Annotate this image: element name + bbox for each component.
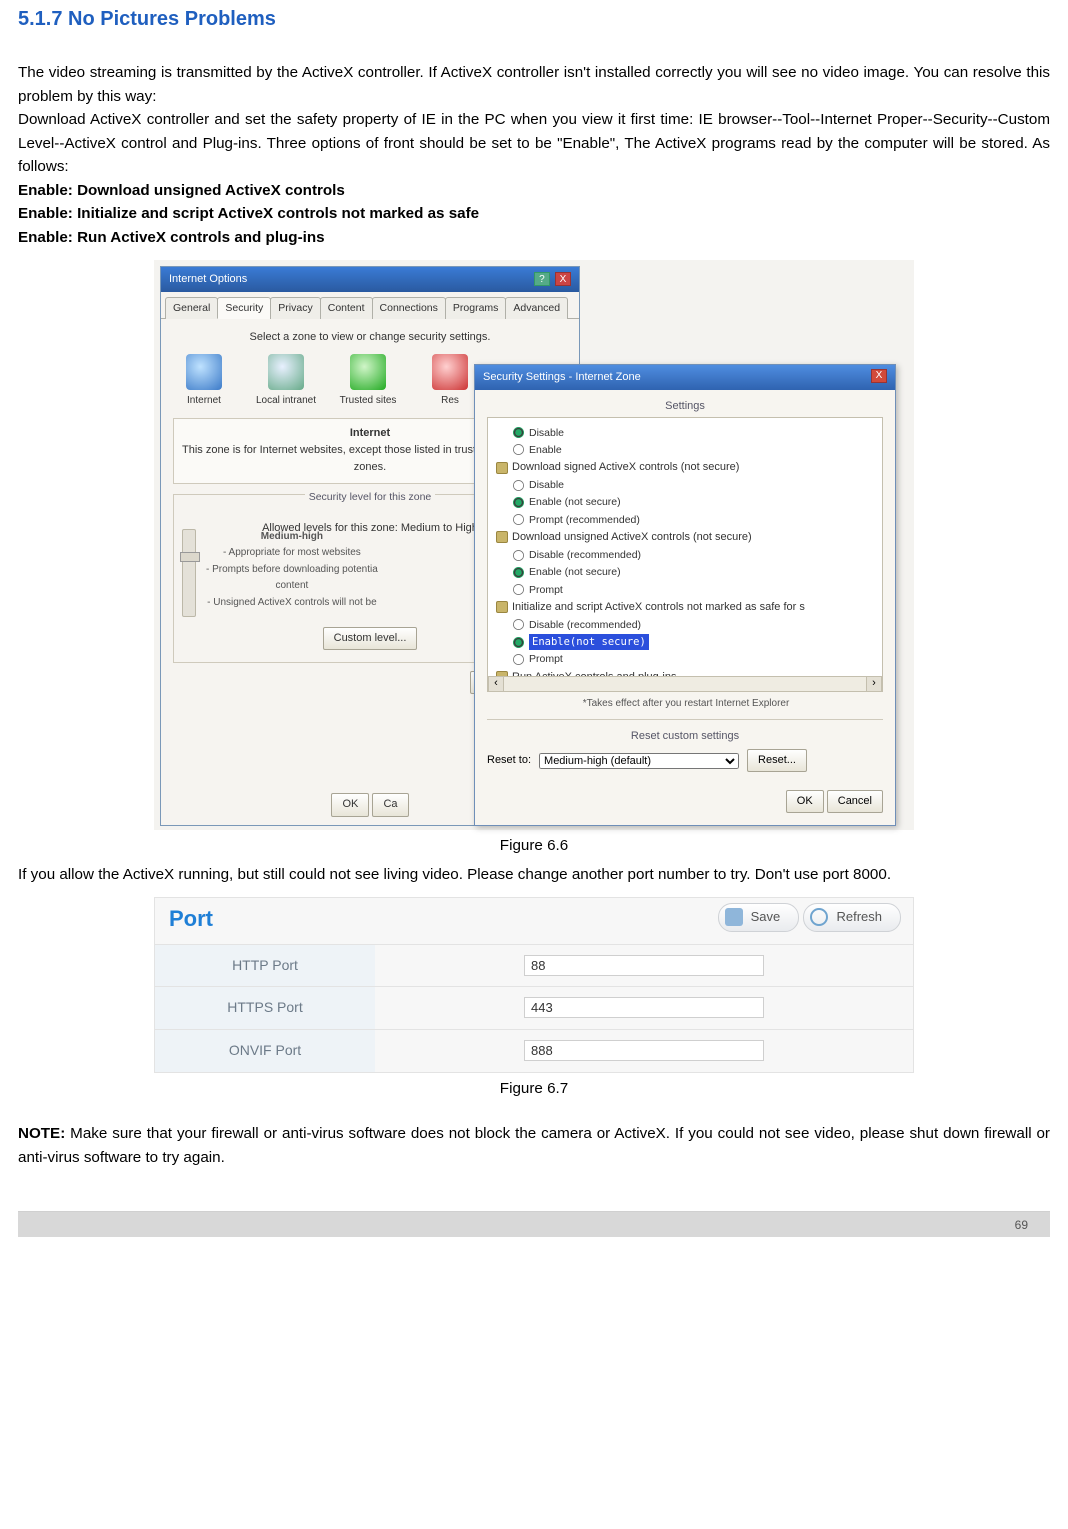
level-bullet: content <box>206 578 378 594</box>
save-icon <box>725 908 743 926</box>
enable-line-1: Enable: Download unsigned ActiveX contro… <box>18 179 1050 203</box>
table-row: HTTPS Port <box>155 987 913 1030</box>
reset-button[interactable]: Reset... <box>747 749 807 772</box>
radio-option[interactable]: Prompt <box>512 582 878 598</box>
tab-strip: General Security Privacy Content Connect… <box>161 292 579 319</box>
tree-group: Initialize and script ActiveX controls n… <box>496 599 878 616</box>
note-paragraph: NOTE: Make sure that your firewall or an… <box>18 1122 1050 1169</box>
level-bullet: - Prompts before downloading potentia <box>206 562 378 578</box>
tab-programs[interactable]: Programs <box>445 297 507 319</box>
onvif-port-input[interactable] <box>524 1040 764 1061</box>
figure-caption: Figure 6.7 <box>18 1077 1050 1101</box>
zone-internet[interactable]: Internet <box>173 354 235 409</box>
radio-option[interactable]: Disable (recommended) <box>512 617 878 633</box>
refresh-icon <box>810 908 828 926</box>
reset-to-select[interactable]: Medium-high (default) <box>539 753 739 769</box>
activex-icon <box>496 462 508 474</box>
refresh-button[interactable]: Refresh <box>803 903 901 931</box>
radio-option[interactable]: Enable (not secure) <box>512 494 878 510</box>
help-icon[interactable]: ? <box>534 272 550 286</box>
radio-option[interactable]: Prompt (recommended) <box>512 512 878 528</box>
intro-paragraph-2: Download ActiveX controller and set the … <box>18 108 1050 179</box>
settings-tree[interactable]: Disable Enable Download signed ActiveX c… <box>487 417 883 677</box>
figure-port-panel: Port Save Refresh HTTP Port HTTPS Port <box>18 897 1050 1073</box>
tree-group: Download unsigned ActiveX controls (not … <box>496 529 878 546</box>
close-icon[interactable]: X <box>555 272 571 286</box>
lan-icon <box>268 354 304 390</box>
save-button[interactable]: Save <box>718 903 800 931</box>
level-bullet: - Appropriate for most websites <box>206 545 378 561</box>
dialog-titlebar: Internet Options ? X <box>161 267 579 292</box>
figure-internet-options: Internet Options ? X General Security Pr… <box>18 260 1050 830</box>
radio-option[interactable]: Enable (not secure) <box>512 564 878 580</box>
security-level-label: Security level for this zone <box>305 489 436 505</box>
globe-icon <box>186 354 222 390</box>
tab-content[interactable]: Content <box>320 297 373 319</box>
zone-local-intranet[interactable]: Local intranet <box>255 354 317 409</box>
scroll-right-icon[interactable]: › <box>866 677 882 691</box>
close-icon[interactable]: X <box>871 369 887 383</box>
reset-group-label: Reset custom settings <box>487 728 883 745</box>
radio-option[interactable]: Disable <box>512 477 878 493</box>
intro-paragraph-1: The video streaming is transmitted by th… <box>18 61 1050 108</box>
zone-name: Internet <box>350 427 390 439</box>
http-port-input[interactable] <box>524 955 764 976</box>
cancel-button[interactable]: Ca <box>372 793 408 816</box>
table-row: ONVIF Port <box>155 1030 913 1072</box>
note-label: NOTE: <box>18 1125 65 1142</box>
section-title: 5.1.7 No Pictures Problems <box>18 4 1050 35</box>
radio-option[interactable]: Disable (recommended) <box>512 547 878 563</box>
reset-to-label: Reset to: <box>487 752 531 769</box>
page-number: 69 <box>1015 1216 1028 1235</box>
port-label: HTTPS Port <box>155 987 375 1030</box>
tab-connections[interactable]: Connections <box>372 297 446 319</box>
scroll-left-icon[interactable]: ‹ <box>488 677 504 691</box>
enable-line-3: Enable: Run ActiveX controls and plug-in… <box>18 226 1050 250</box>
zone-prompt: Select a zone to view or change security… <box>173 329 567 346</box>
settings-label: Settings <box>487 398 883 415</box>
figure-caption: Figure 6.6 <box>18 834 1050 858</box>
level-name: Medium-high <box>261 531 323 542</box>
tree-group: Download signed ActiveX controls (not se… <box>496 459 878 476</box>
security-slider[interactable] <box>182 529 196 617</box>
custom-level-button[interactable]: Custom level... <box>323 627 418 650</box>
enable-line-2: Enable: Initialize and script ActiveX co… <box>18 202 1050 226</box>
https-port-input[interactable] <box>524 997 764 1018</box>
radio-option[interactable]: Prompt <box>512 651 878 667</box>
restart-note: *Takes effect after you restart Internet… <box>489 696 883 712</box>
activex-icon <box>496 601 508 613</box>
zone-restricted[interactable]: Res <box>419 354 481 409</box>
table-row: HTTP Port <box>155 944 913 987</box>
radio-option[interactable]: Disable <box>512 425 878 441</box>
radio-option[interactable]: Enable(not secure) <box>512 634 878 650</box>
page-footer: 69 <box>18 1211 1050 1237</box>
security-settings-dialog: Security Settings - Internet Zone X Sett… <box>474 364 896 826</box>
cancel-button[interactable]: Cancel <box>827 790 883 813</box>
ok-button[interactable]: OK <box>786 790 824 813</box>
tab-advanced[interactable]: Advanced <box>505 297 568 319</box>
port-label: ONVIF Port <box>155 1030 375 1072</box>
tab-privacy[interactable]: Privacy <box>270 297 320 319</box>
ok-button[interactable]: OK <box>331 793 369 816</box>
dialog-title: Security Settings - Internet Zone <box>483 369 641 386</box>
tab-security[interactable]: Security <box>217 297 271 319</box>
port-label: HTTP Port <box>155 944 375 987</box>
check-icon <box>350 354 386 390</box>
ban-icon <box>432 354 468 390</box>
note-text: Make sure that your firewall or anti-vir… <box>18 1125 1050 1166</box>
dialog-title: Internet Options <box>169 271 247 288</box>
port-table: HTTP Port HTTPS Port ONVIF Port <box>155 944 913 1072</box>
port-title: Port <box>169 902 213 936</box>
after-figure-text: If you allow the ActiveX running, but st… <box>18 863 1050 887</box>
activex-icon <box>496 531 508 543</box>
horizontal-scrollbar[interactable]: ‹› <box>487 676 883 692</box>
zone-trusted-sites[interactable]: Trusted sites <box>337 354 399 409</box>
dialog-titlebar: Security Settings - Internet Zone X <box>475 365 895 390</box>
level-bullet: - Unsigned ActiveX controls will not be <box>206 595 378 611</box>
tab-general[interactable]: General <box>165 297 218 319</box>
radio-option[interactable]: Enable <box>512 442 878 458</box>
